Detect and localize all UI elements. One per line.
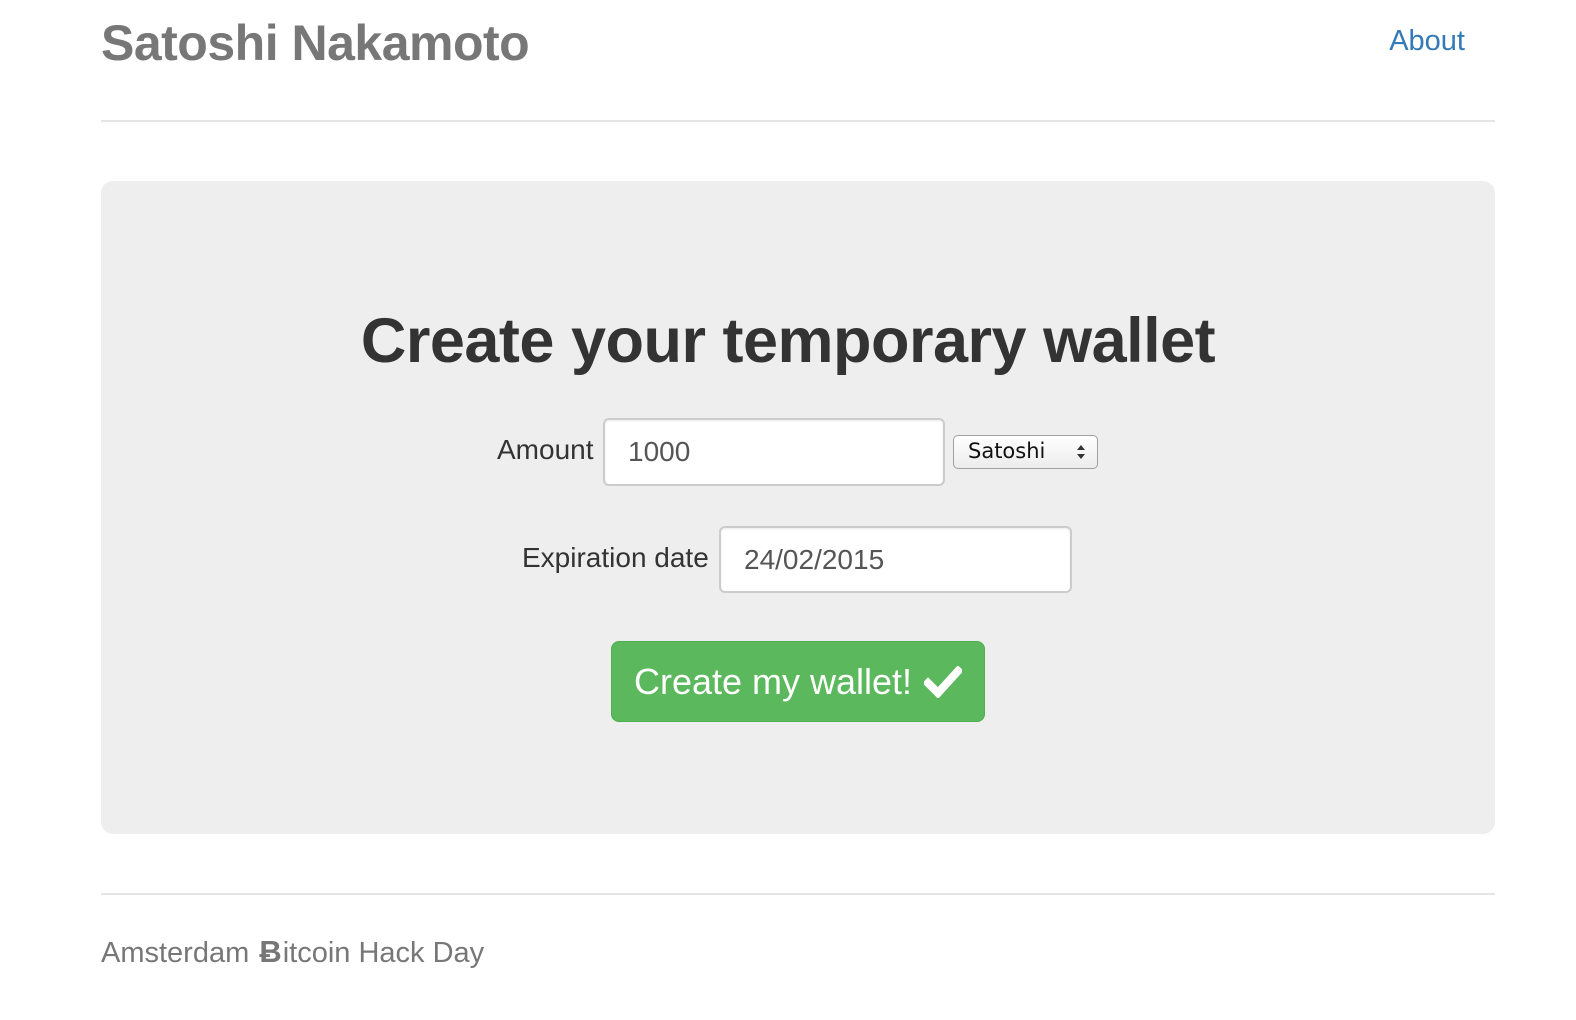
footer-divider bbox=[101, 893, 1495, 895]
unit-select-value: Satoshi bbox=[968, 439, 1046, 463]
expiration-date-input[interactable] bbox=[719, 526, 1072, 593]
unit-select[interactable]: Satoshi bbox=[953, 435, 1098, 469]
select-arrows-icon bbox=[1077, 445, 1085, 459]
create-wallet-button-label: Create my wallet! bbox=[633, 660, 913, 702]
expiration-date-label: Expiration date bbox=[522, 542, 709, 573]
bitcoin-icon: Ƀ bbox=[259, 934, 282, 969]
footer-prefix: Amsterdam bbox=[101, 937, 250, 969]
footer: Amsterdam Ƀitcoin Hack Day bbox=[101, 934, 484, 970]
site-brand[interactable]: Satoshi Nakamoto bbox=[101, 14, 530, 72]
check-icon bbox=[924, 665, 963, 698]
create-wallet-button[interactable]: Create my wallet! bbox=[611, 641, 985, 722]
wallet-panel bbox=[101, 181, 1495, 834]
amount-input[interactable] bbox=[603, 418, 945, 486]
page-title: Create your temporary wallet bbox=[360, 306, 1216, 376]
footer-suffix: itcoin Hack Day bbox=[282, 937, 485, 969]
page-header: Satoshi Nakamoto About bbox=[101, 0, 1495, 122]
about-link[interactable]: About bbox=[1389, 25, 1465, 58]
amount-label: Amount bbox=[497, 434, 594, 465]
